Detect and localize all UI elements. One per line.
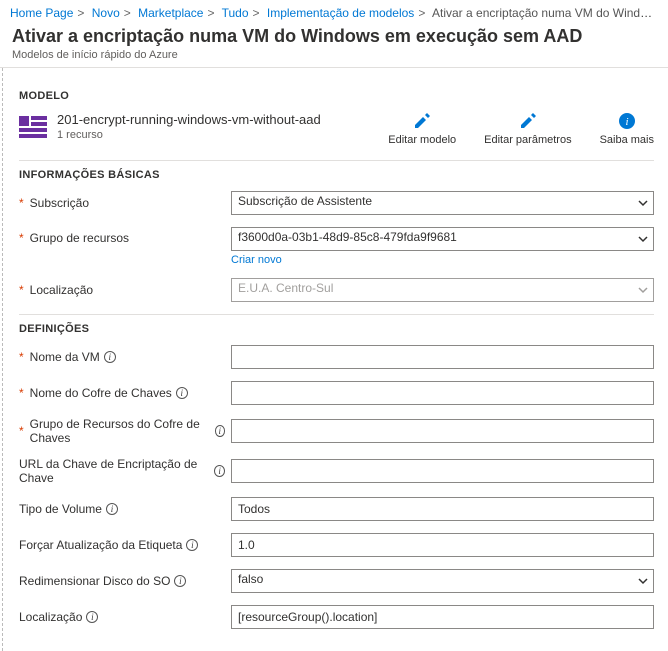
breadcrumb: Home Page> Novo> Marketplace> Tudo> Impl… [0, 0, 668, 24]
template-name: 201-encrypt-running-windows-vm-without-a… [57, 112, 321, 127]
divider [19, 160, 654, 161]
learn-more-label: Saiba mais [600, 134, 654, 146]
force-update-label: Forçar Atualização da Etiquetai [19, 538, 231, 552]
info-icon[interactable]: i [104, 351, 116, 363]
resize-os-label: Redimensionar Disco do SOi [19, 574, 231, 588]
settings-location-label: Localizaçãoi [19, 610, 231, 624]
kek-url-input[interactable] [231, 459, 654, 483]
edit-template-label: Editar modelo [388, 134, 456, 146]
vm-name-input[interactable] [231, 345, 654, 369]
pencil-icon [519, 112, 537, 130]
vm-name-label: *Nome da VMi [19, 350, 231, 364]
template-resource-count: 1 recurso [57, 129, 321, 141]
subscription-label: *Subscrição [19, 196, 231, 210]
info-icon: i [618, 112, 636, 130]
section-modelo: MODELO [19, 90, 654, 102]
kv-name-input[interactable] [231, 381, 654, 405]
breadcrumb-tudo[interactable]: Tudo [222, 6, 249, 20]
page-header: Ativar a encriptação numa VM do Windows … [0, 24, 668, 68]
resource-group-label: *Grupo de recursos [19, 227, 231, 245]
edit-template-button[interactable]: Editar modelo [388, 112, 456, 146]
breadcrumb-home[interactable]: Home Page [10, 6, 73, 20]
info-icon[interactable]: i [86, 611, 98, 623]
breadcrumb-novo[interactable]: Novo [92, 6, 120, 20]
info-icon[interactable]: i [176, 387, 188, 399]
edit-parameters-label: Editar parâmetros [484, 134, 571, 146]
force-update-input[interactable] [231, 533, 654, 557]
info-icon[interactable]: i [174, 575, 186, 587]
location-label: *Localização [19, 283, 231, 297]
subscription-select[interactable]: Subscrição de Assistente [231, 191, 654, 215]
info-icon[interactable]: i [106, 503, 118, 515]
kv-name-label: *Nome do Cofre de Chavesi [19, 386, 231, 400]
settings-location-input[interactable] [231, 605, 654, 629]
edit-parameters-button[interactable]: Editar parâmetros [484, 112, 571, 146]
volume-type-label: Tipo de Volumei [19, 502, 231, 516]
svg-text:i: i [625, 116, 628, 128]
location-select: E.U.A. Centro-Sul [231, 278, 654, 302]
info-icon[interactable]: i [214, 465, 225, 477]
create-new-link[interactable]: Criar novo [231, 254, 282, 266]
info-icon[interactable]: i [186, 539, 198, 551]
page-subtitle: Modelos de início rápido do Azure [12, 49, 656, 61]
breadcrumb-implementacao[interactable]: Implementação de modelos [267, 6, 414, 20]
resource-group-select[interactable]: f3600d0a-03b1-48d9-85c8-479fda9f9681 [231, 227, 654, 251]
kv-rg-input[interactable] [231, 419, 654, 443]
info-icon[interactable]: i [215, 425, 225, 437]
learn-more-button[interactable]: i Saiba mais [600, 112, 654, 146]
page-title: Ativar a encriptação numa VM do Windows … [12, 26, 656, 47]
breadcrumb-marketplace[interactable]: Marketplace [138, 6, 203, 20]
breadcrumb-current: Ativar a encriptação numa VM do Windows … [432, 6, 668, 20]
pencil-icon [413, 112, 431, 130]
template-icon [19, 114, 47, 142]
kek-url-label: URL da Chave de Encriptação de Chavei [19, 457, 231, 485]
section-basics: INFORMAÇÕES BÁSICAS [19, 169, 654, 181]
section-settings: DEFINIÇÕES [19, 323, 654, 335]
kv-rg-label: *Grupo de Recursos do Cofre de Chavesi [19, 417, 231, 445]
volume-type-input[interactable] [231, 497, 654, 521]
divider [19, 314, 654, 315]
resize-os-select[interactable]: falso [231, 569, 654, 593]
